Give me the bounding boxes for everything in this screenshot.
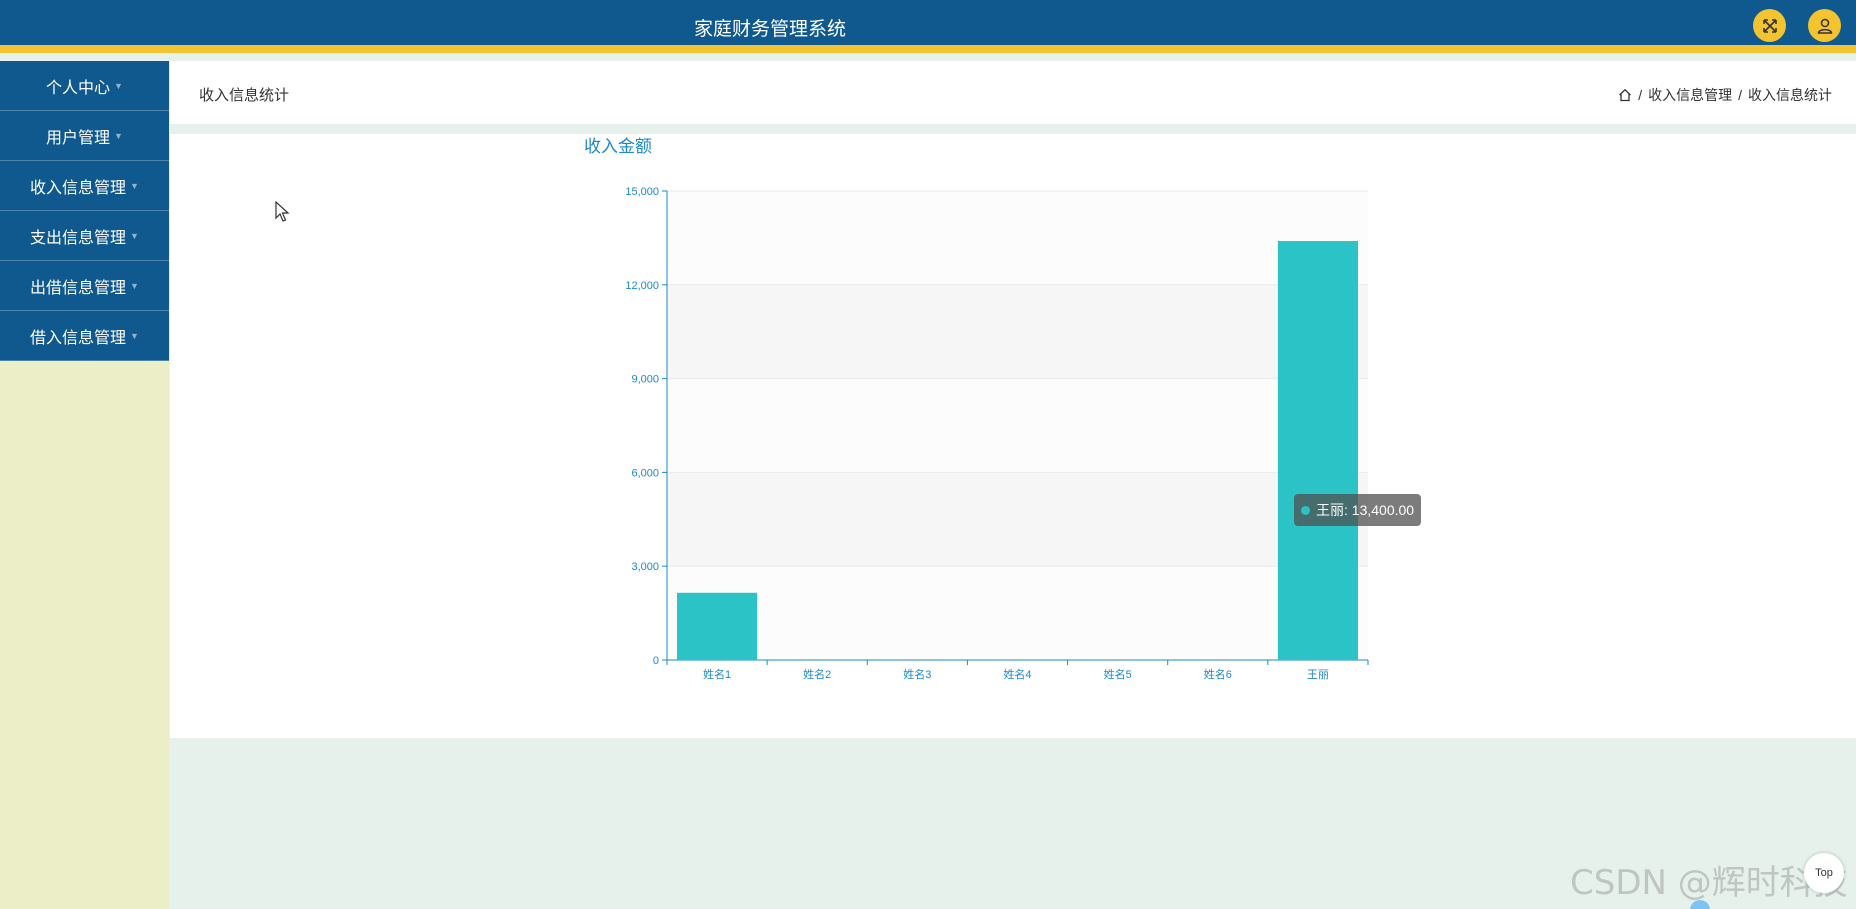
top-header: 家庭财务管理系统 [0, 0, 1856, 53]
bar-姓名1 [677, 592, 758, 660]
user-icon [1817, 18, 1832, 34]
grid-band [667, 472, 1368, 567]
back-to-top-button[interactable]: Top [1804, 853, 1844, 893]
sidebar-item-expense-management[interactable]: 支出信息管理 ▼ [0, 211, 169, 261]
breadcrumb-separator: / [1638, 87, 1643, 103]
fullscreen-icon [1762, 18, 1777, 33]
x-tick-label: 姓名4 [1003, 667, 1031, 681]
x-tick-label: 姓名2 [803, 667, 831, 681]
fullscreen-button[interactable] [1753, 9, 1786, 42]
page-title: 收入信息统计 [199, 87, 290, 104]
bar-王丽 [1277, 241, 1358, 660]
x-tick-label: 姓名1 [703, 667, 731, 681]
x-tick-label: 姓名5 [1104, 667, 1132, 681]
sidebar-item-label: 收入信息管理 [30, 179, 127, 197]
caret-down-icon: ▼ [130, 280, 139, 291]
y-tick-label: 15,000 [625, 186, 659, 198]
y-tick-label: 6,000 [631, 467, 659, 479]
breadcrumb: / 收入信息管理 / 收入信息统计 [1618, 85, 1832, 105]
series-dot-icon [1301, 505, 1310, 515]
grid-band [667, 566, 1368, 660]
sidebar-item-label: 个人中心 [46, 79, 111, 97]
grid-band [667, 378, 1368, 473]
y-tick-label: 9,000 [631, 374, 659, 386]
page-header: 收入信息统计 / 收入信息管理 / 收入信息统计 [170, 61, 1856, 124]
sidebar-item-label: 用户管理 [46, 129, 111, 147]
y-tick-label: 12,000 [625, 280, 659, 292]
sidebar-item-user-management[interactable]: 用户管理 ▼ [0, 111, 169, 161]
sidebar-item-lending-management[interactable]: 出借信息管理 ▼ [0, 261, 169, 311]
grid-band [667, 284, 1368, 379]
sidebar-item-label: 支出信息管理 [30, 229, 127, 247]
chart-tooltip: 王丽: 13,400.00 [1294, 494, 1422, 526]
breadcrumb-item-income-management[interactable]: 收入信息管理 [1648, 85, 1732, 105]
app-title: 家庭财务管理系统 [693, 19, 846, 40]
caret-down-icon: ▼ [114, 80, 123, 91]
breadcrumb-separator: / [1738, 87, 1742, 103]
sidebar-item-income-management[interactable]: 收入信息管理 ▼ [0, 161, 169, 211]
home-icon[interactable] [1618, 88, 1632, 102]
y-tick-label: 3,000 [631, 561, 659, 573]
x-tick-label: 姓名6 [1204, 667, 1232, 681]
chart-panel: 0 3,000 6,000 9,000 12,000 15,000 姓名1 姓名2 姓名3 姓名4… [170, 134, 1856, 738]
sidebar-item-borrowing-management[interactable]: 借入信息管理 ▼ [0, 311, 169, 361]
income-bar-chart: 0 3,000 6,000 9,000 12,000 15,000 姓名1 姓名2 姓名3 姓名4… [584, 137, 1369, 681]
caret-down-icon: ▼ [114, 130, 123, 141]
user-button[interactable] [1808, 9, 1841, 42]
caret-down-icon: ▼ [130, 180, 139, 191]
y-tick-label: 0 [653, 655, 659, 667]
breadcrumb-item-income-statistics: 收入信息统计 [1748, 87, 1832, 103]
sidebar: 个人中心 ▼ 用户管理 ▼ 收入信息管理 ▼ 支出信息管理 ▼ 出借信息管理 ▼ 借入信息… [0, 61, 169, 909]
sidebar-item-label: 借入信息管理 [30, 329, 127, 347]
sidebar-item-label: 出借信息管理 [30, 279, 127, 297]
x-tick-label: 王丽 [1307, 669, 1329, 681]
grid-band [667, 191, 1368, 285]
x-tick-label: 姓名3 [903, 667, 931, 681]
chart-title: 收入金额 [584, 137, 652, 156]
sidebar-item-personal-center[interactable]: 个人中心 ▼ [0, 61, 169, 111]
caret-down-icon: ▼ [130, 230, 139, 241]
caret-down-icon: ▼ [130, 330, 139, 341]
tooltip-text: 王丽: 13,400.00 [1316, 502, 1415, 518]
mouse-cursor-icon [275, 201, 290, 222]
